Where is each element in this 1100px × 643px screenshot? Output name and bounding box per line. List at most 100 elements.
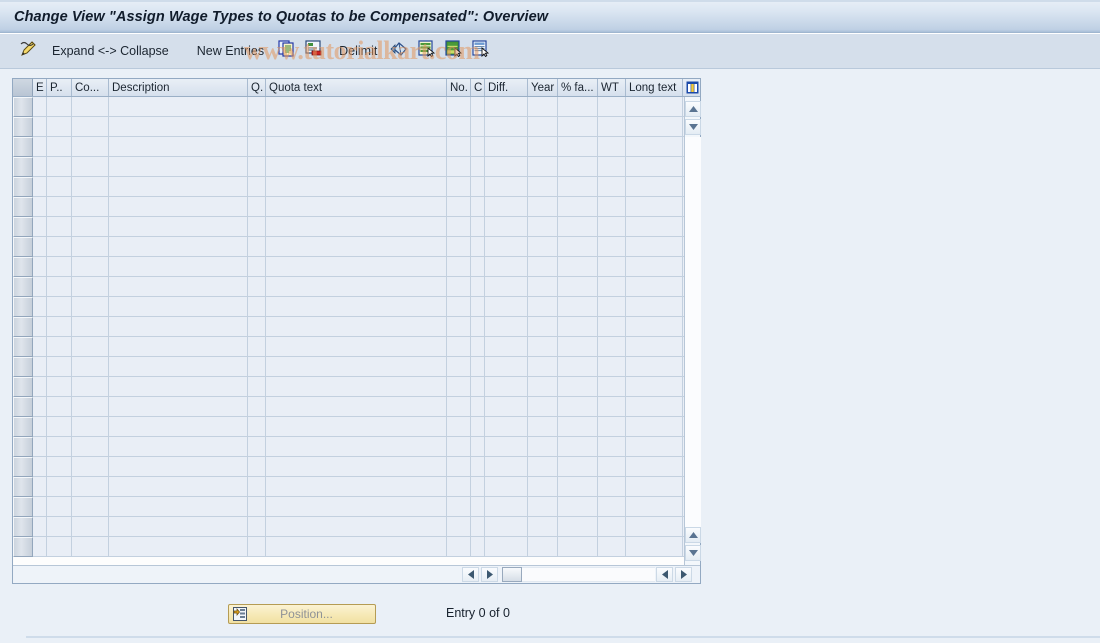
table-cell-year[interactable] xyxy=(528,117,558,137)
table-cell-q[interactable] xyxy=(248,257,266,277)
table-cell-no[interactable] xyxy=(447,277,471,297)
table-cell-p[interactable] xyxy=(47,397,72,417)
table-cell-e[interactable] xyxy=(33,317,47,337)
table-cell-wt[interactable] xyxy=(598,297,626,317)
table-cell-pct_fa[interactable] xyxy=(558,117,598,137)
table-cell-e[interactable] xyxy=(33,437,47,457)
table-cell-c[interactable] xyxy=(471,337,485,357)
table-cell-pct_fa[interactable] xyxy=(558,517,598,537)
table-cell-quota_text[interactable] xyxy=(266,317,447,337)
table-cell-quota_text[interactable] xyxy=(266,277,447,297)
table-cell-quota_text[interactable] xyxy=(266,237,447,257)
table-cell-p[interactable] xyxy=(47,377,72,397)
table-cell-e[interactable] xyxy=(33,117,47,137)
table-cell-year[interactable] xyxy=(528,277,558,297)
table-cell-wt[interactable] xyxy=(598,437,626,457)
hscroll-right-page-button[interactable] xyxy=(656,567,673,582)
table-cell-e[interactable] xyxy=(33,357,47,377)
table-row[interactable] xyxy=(13,297,700,317)
table-cell-quota_text[interactable] xyxy=(266,297,447,317)
table-cell-e[interactable] xyxy=(33,477,47,497)
scroll-down-button[interactable] xyxy=(685,545,701,561)
table-cell-e[interactable] xyxy=(33,337,47,357)
table-cell-wt[interactable] xyxy=(598,457,626,477)
change-pencil-icon-button[interactable] xyxy=(16,39,41,63)
table-cell-pct_fa[interactable] xyxy=(558,217,598,237)
table-cell-co[interactable] xyxy=(72,117,109,137)
table-cell-pct_fa[interactable] xyxy=(558,417,598,437)
table-cell-year[interactable] xyxy=(528,497,558,517)
table-cell-sel[interactable] xyxy=(13,277,33,297)
table-cell-long_text[interactable] xyxy=(626,237,683,257)
grid-column-header-q[interactable]: Q. xyxy=(248,79,266,96)
table-cell-year[interactable] xyxy=(528,517,558,537)
table-cell-p[interactable] xyxy=(47,137,72,157)
table-cell-long_text[interactable] xyxy=(626,257,683,277)
table-cell-description[interactable] xyxy=(109,157,248,177)
table-row[interactable] xyxy=(13,337,700,357)
grid-column-header-co[interactable]: Co... xyxy=(72,79,109,96)
table-cell-long_text[interactable] xyxy=(626,377,683,397)
table-cell-quota_text[interactable] xyxy=(266,257,447,277)
table-cell-pct_fa[interactable] xyxy=(558,437,598,457)
table-cell-sel[interactable] xyxy=(13,317,33,337)
table-cell-q[interactable] xyxy=(248,117,266,137)
table-cell-quota_text[interactable] xyxy=(266,457,447,477)
table-cell-pct_fa[interactable] xyxy=(558,97,598,117)
table-cell-c[interactable] xyxy=(471,477,485,497)
table-cell-no[interactable] xyxy=(447,397,471,417)
table-cell-quota_text[interactable] xyxy=(266,337,447,357)
table-cell-year[interactable] xyxy=(528,97,558,117)
table-cell-long_text[interactable] xyxy=(626,437,683,457)
table-cell-co[interactable] xyxy=(72,297,109,317)
table-cell-year[interactable] xyxy=(528,317,558,337)
scroll-up-button[interactable] xyxy=(685,101,701,117)
table-cell-quota_text[interactable] xyxy=(266,397,447,417)
table-cell-sel[interactable] xyxy=(13,237,33,257)
table-cell-c[interactable] xyxy=(471,497,485,517)
table-cell-year[interactable] xyxy=(528,437,558,457)
table-cell-diff[interactable] xyxy=(485,157,528,177)
table-cell-description[interactable] xyxy=(109,257,248,277)
table-cell-e[interactable] xyxy=(33,97,47,117)
table-cell-co[interactable] xyxy=(72,477,109,497)
table-row[interactable] xyxy=(13,317,700,337)
table-cell-co[interactable] xyxy=(72,157,109,177)
table-cell-diff[interactable] xyxy=(485,497,528,517)
table-cell-year[interactable] xyxy=(528,257,558,277)
table-cell-pct_fa[interactable] xyxy=(558,537,598,557)
table-cell-year[interactable] xyxy=(528,217,558,237)
table-cell-year[interactable] xyxy=(528,357,558,377)
table-cell-no[interactable] xyxy=(447,177,471,197)
table-cell-long_text[interactable] xyxy=(626,337,683,357)
table-cell-wt[interactable] xyxy=(598,97,626,117)
table-cell-e[interactable] xyxy=(33,197,47,217)
table-cell-sel[interactable] xyxy=(13,497,33,517)
table-cell-q[interactable] xyxy=(248,377,266,397)
table-cell-co[interactable] xyxy=(72,137,109,157)
table-cell-sel[interactable] xyxy=(13,297,33,317)
table-cell-c[interactable] xyxy=(471,277,485,297)
grid-column-header-c[interactable]: C xyxy=(471,79,485,96)
table-cell-no[interactable] xyxy=(447,497,471,517)
table-cell-sel[interactable] xyxy=(13,517,33,537)
table-cell-q[interactable] xyxy=(248,397,266,417)
table-cell-p[interactable] xyxy=(47,177,72,197)
table-cell-co[interactable] xyxy=(72,317,109,337)
table-cell-c[interactable] xyxy=(471,437,485,457)
table-cell-pct_fa[interactable] xyxy=(558,457,598,477)
table-cell-co[interactable] xyxy=(72,377,109,397)
table-cell-co[interactable] xyxy=(72,397,109,417)
table-cell-q[interactable] xyxy=(248,317,266,337)
table-cell-p[interactable] xyxy=(47,477,72,497)
table-cell-diff[interactable] xyxy=(485,517,528,537)
table-cell-c[interactable] xyxy=(471,457,485,477)
table-cell-q[interactable] xyxy=(248,217,266,237)
table-cell-p[interactable] xyxy=(47,457,72,477)
table-cell-c[interactable] xyxy=(471,517,485,537)
table-cell-c[interactable] xyxy=(471,157,485,177)
table-row[interactable] xyxy=(13,237,700,257)
table-cell-wt[interactable] xyxy=(598,337,626,357)
grid-column-header-no[interactable]: No. xyxy=(447,79,471,96)
table-cell-co[interactable] xyxy=(72,457,109,477)
